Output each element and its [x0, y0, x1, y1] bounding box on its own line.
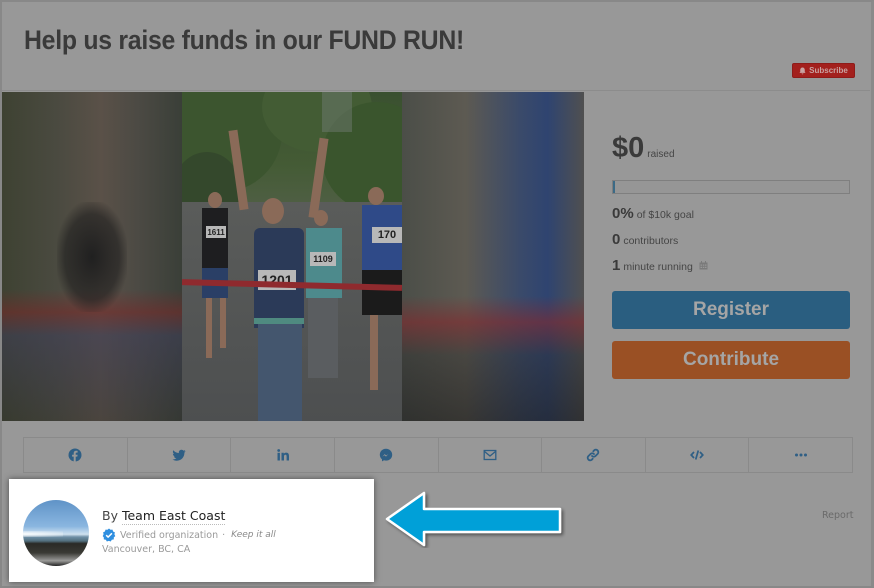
calendar-icon — [699, 261, 708, 270]
share-messenger-button[interactable] — [335, 438, 439, 472]
bell-icon — [799, 67, 806, 74]
register-button[interactable]: Register — [612, 291, 850, 329]
by-label: By — [102, 508, 118, 523]
facebook-icon — [68, 448, 82, 462]
blurred-background-right — [402, 92, 584, 421]
race-bib: 1611 — [206, 226, 226, 238]
goal-percent: 0% — [612, 205, 634, 222]
link-icon — [587, 448, 600, 462]
running-value: 1 — [612, 257, 621, 274]
progress-fill — [613, 181, 615, 193]
keep-it-all-label: Keep it all — [231, 530, 276, 540]
share-email-button[interactable] — [439, 438, 543, 472]
more-share-options-button[interactable] — [749, 438, 852, 472]
share-facebook-button[interactable] — [24, 438, 128, 472]
twitter-icon — [172, 449, 186, 461]
funding-progress-bar — [612, 180, 850, 194]
ellipsis-icon — [794, 453, 807, 457]
verified-badge-icon — [102, 528, 116, 542]
contributors-count: 0 — [612, 231, 621, 248]
envelope-icon — [483, 449, 497, 461]
share-twitter-button[interactable] — [128, 438, 232, 472]
subscribe-button[interactable]: Subscribe — [792, 63, 855, 78]
goal-label: of $10k goal — [636, 209, 694, 221]
contributors-label: contributors — [623, 235, 679, 247]
running-label: minute running — [623, 261, 693, 273]
raised-label: raised — [647, 149, 675, 160]
organizer-avatar[interactable] — [23, 500, 89, 566]
share-linkedin-button[interactable] — [231, 438, 335, 472]
goal-stat: 0% of $10k goal — [612, 205, 694, 222]
campaign-media[interactable]: 1611 170 1109 1201 — [2, 92, 584, 421]
annotation-arrow-icon — [385, 491, 562, 547]
campaign-header: Help us raise funds in our FUND RUN! Sub… — [2, 2, 870, 91]
subscribe-label: Subscribe — [809, 66, 848, 75]
contributors-stat: 0 contributors — [612, 231, 678, 248]
blurred-background-left — [2, 92, 182, 421]
campaign-photo: 1611 170 1109 1201 — [182, 92, 402, 421]
organizer-location: Vancouver, BC, CA — [102, 544, 191, 555]
running-time-stat: 1 minute running — [612, 257, 708, 274]
raised-amount: $0 — [612, 132, 645, 164]
report-link[interactable]: Report — [822, 510, 854, 521]
embed-code-button[interactable] — [646, 438, 750, 472]
separator: · — [222, 529, 226, 541]
copy-link-button[interactable] — [542, 438, 646, 472]
organizer-byline: By Team East Coast — [102, 508, 226, 525]
organizer-name-link[interactable]: Team East Coast — [121, 508, 226, 525]
linkedin-icon — [276, 449, 289, 461]
verified-status: Verified organization · Keep it all — [102, 528, 276, 542]
campaign-sidebar: $0 raised 0% of $10k goal 0 contributors… — [584, 92, 870, 421]
messenger-icon — [379, 448, 393, 462]
page-title: Help us raise funds in our FUND RUN! — [24, 25, 464, 55]
organizer-card: By Team East Coast Verified organization… — [9, 479, 374, 582]
race-bib: 170 — [372, 227, 402, 243]
contribute-button[interactable]: Contribute — [612, 341, 850, 379]
raised-summary: $0 raised — [612, 132, 675, 165]
verified-label: Verified organization — [120, 529, 219, 541]
code-icon — [690, 450, 705, 460]
share-bar — [23, 437, 853, 473]
